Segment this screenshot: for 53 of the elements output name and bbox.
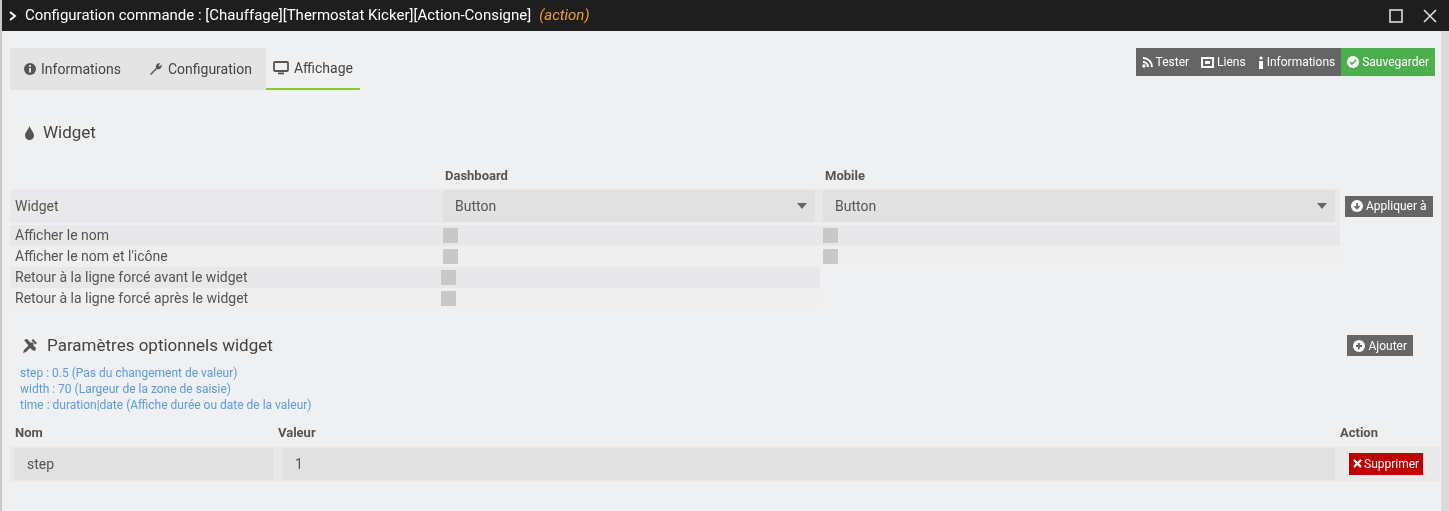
checkbox[interactable] (443, 249, 458, 264)
help-text: width : 70 (Largeur de la zone de saisie) (20, 380, 232, 397)
tab[interactable]: Informations (10, 48, 135, 90)
row-label: Afficher le nom et l'icône (14, 247, 169, 266)
row-label: Retour à la ligne forcé après le widget (14, 289, 250, 308)
caret-icon (1317, 203, 1327, 209)
rss-icon (1141, 56, 1153, 68)
section-title: Widget (43, 121, 96, 145)
section-title: Paramètres optionnels widget (47, 334, 273, 357)
caret-icon (797, 203, 807, 209)
info-icon (1257, 55, 1264, 69)
monitor-icon (272, 61, 289, 75)
chevron-icon (9, 10, 17, 21)
toolbar-button[interactable]: Tester (1135, 48, 1196, 76)
command-type-label: (action) (539, 5, 590, 27)
row-label: Retour à la ligne forcé avant le widget (14, 268, 249, 287)
apply-button[interactable]: Appliquer à (1345, 195, 1433, 217)
info-icon (24, 63, 36, 75)
close-icon[interactable] (1423, 8, 1437, 23)
toolbar-button[interactable]: Informations (1251, 48, 1342, 76)
close-icon (1353, 459, 1362, 468)
tools-icon (22, 337, 39, 355)
drop-icon (24, 125, 35, 141)
checkbox[interactable] (441, 270, 457, 285)
select-field[interactable]: Button (443, 190, 815, 222)
select-field[interactable]: Button (823, 190, 1335, 222)
tab[interactable]: Configuration (134, 48, 266, 90)
help-text: step : 0.5 (Pas du changement de valeur) (20, 364, 239, 381)
toolbar-button[interactable]: Liens (1195, 48, 1252, 76)
window-title: Configuration commande : [Chauffage][Thermostat Kicker][Action-Consigne] (25, 5, 532, 27)
column-header: Mobile (825, 167, 865, 186)
checkbox[interactable] (823, 249, 838, 264)
row-label: Widget (14, 196, 60, 216)
wrench-icon (148, 62, 163, 76)
column-header: Nom (14, 423, 44, 442)
checkbox[interactable] (441, 291, 457, 306)
maximize-icon[interactable] (1389, 8, 1403, 23)
row-label: Afficher le nom (14, 226, 111, 245)
column-header: Dashboard (445, 167, 509, 186)
download-icon (1351, 200, 1363, 212)
delete-button[interactable]: Supprimer (1349, 452, 1424, 475)
column-header: Valeur (278, 423, 317, 442)
name-field[interactable]: step (15, 447, 273, 480)
checkbox[interactable] (823, 228, 838, 243)
plus-circle-icon (1353, 339, 1366, 352)
tab[interactable]: Affichage (265, 48, 360, 90)
check-circle-icon (1347, 56, 1360, 68)
value-field[interactable]: 1 (283, 447, 1335, 480)
column-header: Action (1340, 423, 1378, 442)
help-text: time : duration|date (Affiche durée ou date de la valeur) (20, 396, 313, 413)
add-button[interactable]: Ajouter (1347, 335, 1413, 357)
checkbox[interactable] (443, 228, 458, 243)
link-frame-icon (1201, 56, 1215, 68)
